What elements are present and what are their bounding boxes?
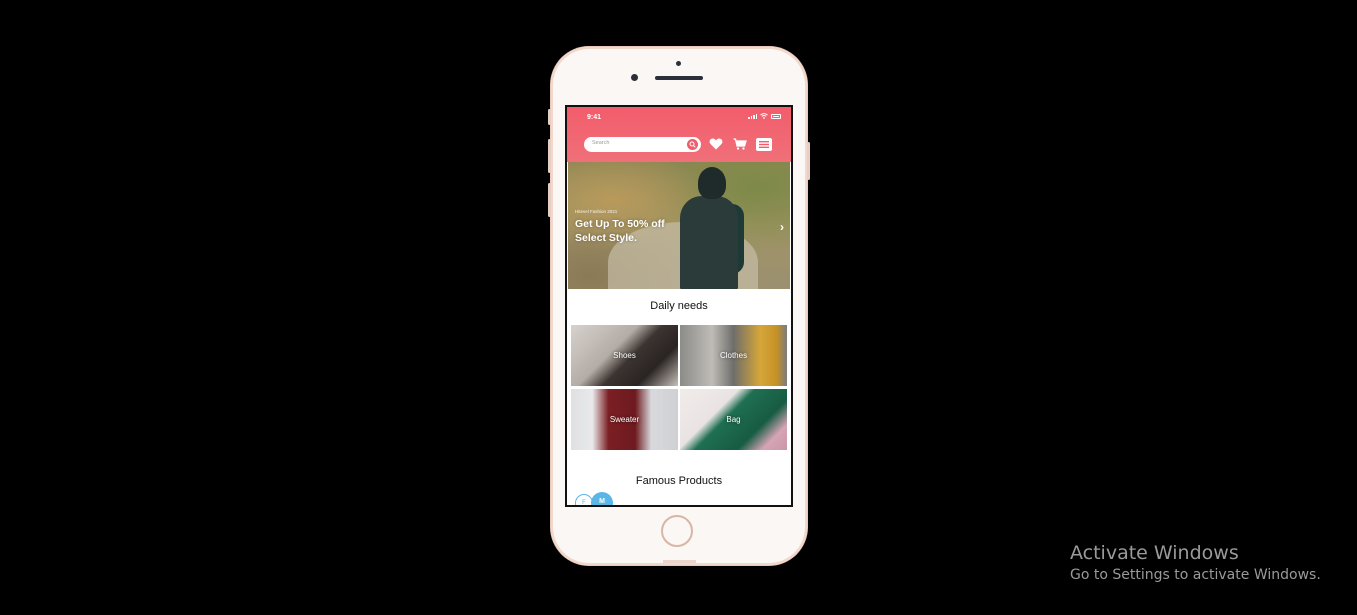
battery-icon	[771, 113, 781, 119]
category-tile-shoes[interactable]: Shoes	[571, 325, 678, 386]
wifi-icon	[760, 113, 768, 119]
category-tile-clothes[interactable]: Clothes	[680, 325, 787, 386]
status-icons	[748, 113, 781, 119]
category-tile-sweater[interactable]: Sweater	[571, 389, 678, 450]
cart-icon[interactable]	[732, 137, 748, 151]
promo-banner[interactable]: Hitevel Fashion 2021 Get Up To 50% off S…	[568, 162, 790, 289]
app-screen: 9:41 Search Hitevel Fashion 2021 Get Up …	[565, 105, 793, 507]
proximity-sensor	[676, 61, 681, 66]
volume-up-button	[548, 139, 551, 173]
section-title-famous-products: Famous Products	[635, 475, 723, 487]
category-label: Sweater	[609, 415, 640, 424]
banner-person-head-graphic	[698, 167, 726, 199]
earpiece-speaker	[655, 76, 703, 80]
mute-switch	[548, 109, 551, 125]
chevron-right-icon[interactable]: ›	[780, 220, 784, 234]
category-tile-bag[interactable]: Bag	[680, 389, 787, 450]
banner-title-line2: Select Style.	[575, 232, 637, 244]
search-icon[interactable]	[687, 139, 698, 150]
banner-title: Get Up To 50% off Select Style.	[575, 217, 695, 245]
toggle-male[interactable]: M	[591, 492, 613, 505]
category-label: Clothes	[719, 351, 748, 360]
app-header: 9:41 Search	[567, 107, 791, 162]
search-input[interactable]: Search	[584, 137, 701, 152]
banner-title-line1: Get Up To 50% off	[575, 218, 665, 230]
volume-down-button	[548, 183, 551, 217]
category-label: Shoes	[613, 351, 636, 360]
bottom-edge	[663, 560, 696, 563]
category-label: Bag	[726, 415, 741, 424]
front-camera	[631, 74, 638, 81]
banner-subtitle: Hitevel Fashion 2021	[575, 209, 618, 214]
home-button[interactable]	[661, 515, 693, 547]
signal-icon	[748, 113, 757, 119]
section-title-daily-needs: Daily needs	[650, 300, 708, 312]
windows-activation-title: Activate Windows	[1070, 542, 1239, 564]
gender-toggle[interactable]: F M	[575, 492, 615, 505]
menu-icon[interactable]	[756, 137, 772, 151]
status-time: 9:41	[587, 114, 602, 121]
heart-icon[interactable]	[708, 137, 724, 151]
windows-activation-subtitle: Go to Settings to activate Windows.	[1070, 567, 1321, 583]
power-button	[807, 142, 810, 180]
search-placeholder: Search	[592, 140, 610, 146]
